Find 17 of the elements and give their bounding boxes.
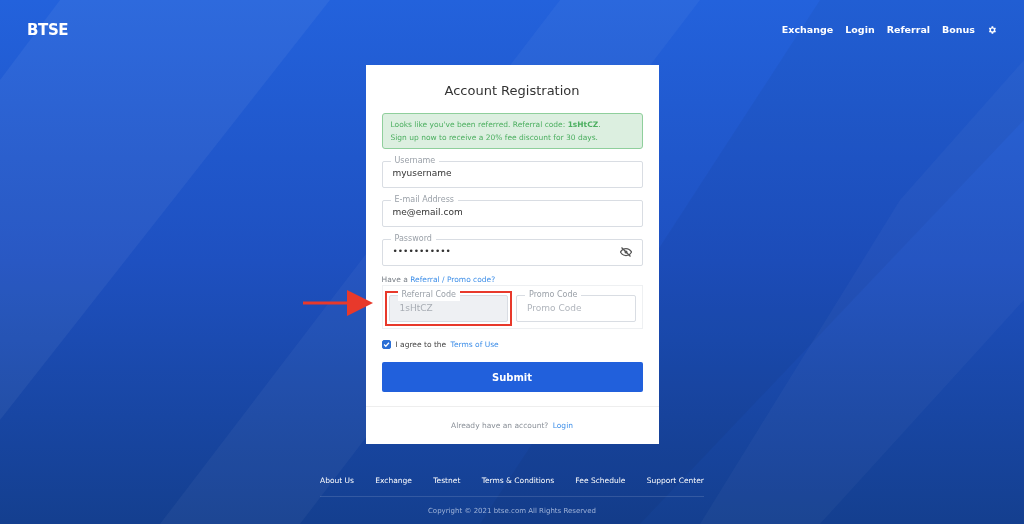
field-value: 1sHtCZ <box>399 301 433 315</box>
settings-icon[interactable] <box>987 25 997 35</box>
card-title: Account Registration <box>443 82 581 100</box>
field-placeholder: Promo Code <box>527 301 582 315</box>
field-value: me@email.com <box>392 206 463 220</box>
nav-link[interactable]: Exchange <box>781 22 834 38</box>
nav-link[interactable]: Bonus <box>942 22 975 38</box>
submit-button[interactable]: Submit <box>381 362 643 392</box>
agree-checkbox[interactable] <box>381 339 391 349</box>
field-value: ••••••••••• <box>392 245 451 259</box>
annotation-arrow <box>303 290 373 316</box>
field-label: Referral Code <box>397 288 460 301</box>
nav-link[interactable]: Referral <box>886 22 931 38</box>
eye-slash-icon[interactable] <box>619 247 632 257</box>
brand-logo[interactable]: BTSE <box>27 18 69 42</box>
field-value: myusername <box>392 167 452 181</box>
nav-link[interactable]: Login <box>845 22 875 38</box>
